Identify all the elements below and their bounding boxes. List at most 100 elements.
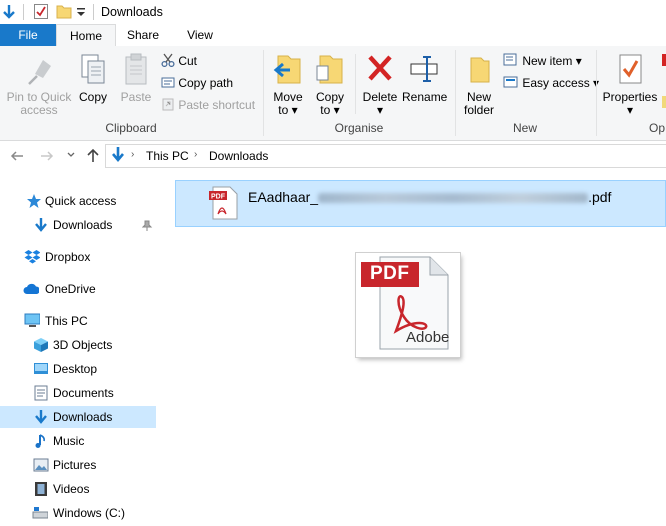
easy-access-button[interactable]: Easy access ▾ [503, 74, 599, 92]
download-arrow-icon [35, 410, 47, 424]
chevron-down-icon: ▾ [575, 54, 582, 68]
cut-label: Cut [178, 54, 198, 68]
nav-item-pictures[interactable]: Pictures [0, 454, 156, 476]
nav-item-onedrive[interactable]: OneDrive [0, 278, 156, 300]
download-arrow-icon [35, 218, 47, 232]
new-group-label: New [512, 121, 537, 135]
ribbon-tabs: File Home Share View [0, 24, 666, 48]
chevron-right-icon: › [131, 149, 135, 160]
nav-item-videos[interactable]: Videos [0, 478, 156, 500]
new-item-icon [503, 53, 517, 66]
nav-label: Downloads [53, 410, 113, 424]
file-name-prefix: EAadhaar_ [248, 189, 319, 205]
tab-view[interactable]: View [172, 24, 228, 46]
paste-button[interactable]: Paste [118, 52, 154, 104]
dropbox-icon [24, 250, 40, 264]
properties-button[interactable]: Properties ▾ [600, 52, 660, 117]
film-icon [35, 482, 47, 496]
nav-label: 3D Objects [53, 338, 113, 352]
nav-item-qa-downloads[interactable]: Downloads [0, 214, 156, 236]
customize-toolbar-dropdown-icon[interactable] [76, 6, 86, 18]
pin-to-quick-access-button[interactable]: Pin to Quick access [4, 52, 74, 117]
nav-item-this-pc[interactable]: This PC [0, 310, 156, 332]
move-to-label-line2: to [278, 103, 289, 117]
new-item-label: New item [522, 54, 573, 68]
rename-icon [410, 56, 438, 82]
delete-button[interactable]: Delete ▾ [360, 52, 400, 117]
cloud-icon [23, 283, 39, 294]
music-note-icon [35, 434, 45, 448]
organise-group-label: Organise [334, 121, 384, 135]
tab-file[interactable]: File [0, 24, 56, 46]
open-icon-partial [662, 54, 666, 66]
paste-shortcut-icon [162, 98, 174, 111]
nav-item-3d-objects[interactable]: 3D Objects [0, 334, 156, 356]
copy-icon [81, 54, 105, 84]
nav-item-desktop[interactable]: Desktop [0, 358, 156, 380]
recent-locations-chevron-icon[interactable] [66, 150, 76, 160]
nav-label: OneDrive [45, 282, 96, 296]
drive-icon [32, 507, 48, 519]
file-item-selected[interactable]: PDF EAadhaar_ .pdf [175, 180, 666, 227]
title-bar: Downloads [0, 0, 666, 24]
pin-icon[interactable] [142, 220, 158, 236]
forward-arrow-icon[interactable] [40, 149, 54, 163]
copy-to-folder-icon [316, 55, 343, 84]
file-name-redacted [318, 193, 589, 204]
easy-access-icon [503, 76, 518, 88]
chevron-down-icon: ▾ [626, 103, 634, 117]
up-arrow-icon[interactable] [86, 148, 100, 163]
file-name-suffix: .pdf [588, 189, 612, 205]
ribbon-separator [596, 50, 597, 136]
new-folder-icon[interactable] [56, 4, 72, 19]
adobe-caption: Adobe [406, 329, 450, 346]
file-name: EAadhaar_ .pdf [248, 189, 611, 205]
new-folder-button[interactable]: New folder [458, 52, 500, 117]
paste-shortcut-button[interactable]: Paste shortcut [161, 96, 255, 114]
new-item-button[interactable]: New item ▾ [503, 52, 582, 70]
downloads-location-icon [112, 147, 124, 163]
copy-to-button[interactable]: Copy to ▾ [312, 52, 348, 117]
paste-shortcut-label: Paste shortcut [178, 98, 256, 112]
pin-icon [28, 60, 51, 85]
ribbon-home: Pin to Quick access Copy Paste Cut Copy … [0, 46, 666, 141]
back-arrow-icon[interactable] [10, 149, 24, 163]
paste-label: Paste [120, 90, 152, 104]
move-to-folder-icon [273, 55, 301, 84]
new-folder-large-icon [470, 57, 490, 83]
pin-label-line2: access [20, 103, 58, 117]
address-bar[interactable]: › This PC › Downloads [105, 144, 666, 168]
cut-button[interactable]: Cut [161, 52, 197, 70]
nav-item-quick-access[interactable]: Quick access [0, 190, 156, 212]
edit-icon-partial [662, 96, 666, 108]
properties-large-icon [619, 54, 642, 84]
nav-item-documents[interactable]: Documents [0, 382, 156, 404]
cube-icon [34, 338, 48, 352]
pdf-badge-text: PDF [370, 263, 410, 284]
nav-item-downloads[interactable]: Downloads [0, 406, 156, 428]
new-folder-label-line2: folder [463, 103, 495, 117]
tab-home[interactable]: Home [56, 24, 116, 48]
scissors-icon [161, 53, 175, 68]
nav-label: Downloads [53, 218, 113, 232]
breadcrumb-downloads[interactable]: Downloads [209, 149, 268, 163]
nav-label: Documents [53, 386, 114, 400]
nav-label: Videos [53, 482, 90, 496]
file-thumbnail[interactable]: PDF Adobe [356, 253, 460, 357]
picture-icon [33, 458, 49, 472]
nav-item-music[interactable]: Music [0, 430, 156, 452]
copy-button[interactable]: Copy [76, 52, 110, 104]
breadcrumb-this-pc[interactable]: This PC [146, 149, 189, 163]
chevron-right-icon: › [194, 149, 198, 160]
tab-share[interactable]: Share [114, 24, 172, 46]
download-arrow-icon[interactable] [2, 4, 16, 20]
copy-path-button[interactable]: Copy path [161, 74, 233, 92]
svg-text:PDF: PDF [211, 194, 226, 201]
properties-check-icon[interactable] [33, 3, 49, 20]
rename-button[interactable]: Rename [402, 52, 447, 104]
pdf-file-icon: PDF [209, 186, 238, 220]
move-to-button[interactable]: Move to ▾ [270, 52, 306, 117]
nav-item-windows-c[interactable]: Windows (C:) [0, 502, 156, 524]
ribbon-separator [355, 54, 356, 114]
nav-item-dropbox[interactable]: Dropbox [0, 246, 156, 268]
